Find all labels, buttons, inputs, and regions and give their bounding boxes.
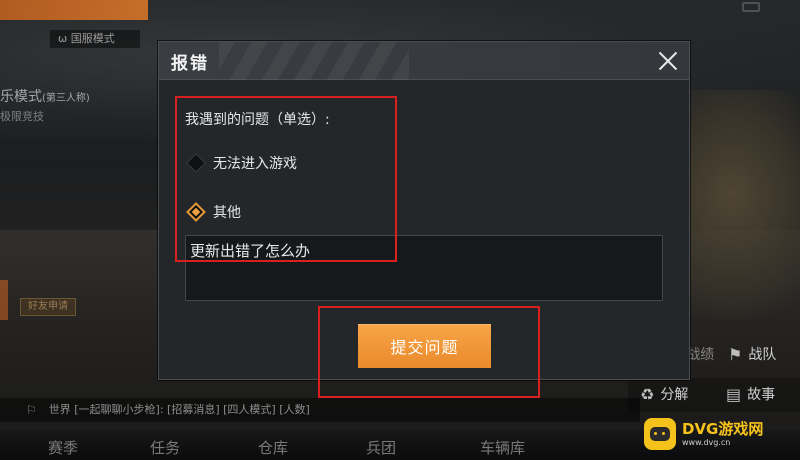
friend-request-tag[interactable]: 好友申请: [20, 298, 76, 316]
left-edge-tab[interactable]: [0, 280, 8, 320]
watermark-text: DVG游戏网 www.dvg.cn: [682, 420, 763, 448]
top-left-tab[interactable]: [0, 0, 148, 20]
side-button-decompose[interactable]: ♻ 分解: [640, 384, 688, 404]
chat-bar[interactable]: ⚐ 世界 [一起聊聊小步枪]: [招募消息] [四人模式] [人数]: [0, 398, 640, 422]
flag-icon: ⚐: [26, 403, 37, 417]
mode-tag: ω 国服模式: [50, 30, 140, 48]
close-icon[interactable]: [655, 48, 681, 74]
watermark-logo: DVG游戏网 www.dvg.cn: [644, 412, 798, 456]
watermark-brand: DVG游戏网: [682, 420, 764, 438]
header-stripe-pattern: [219, 42, 409, 80]
watermark-url: www.dvg.cn: [682, 438, 731, 447]
nav-item-garage[interactable]: 车辆库: [480, 437, 525, 458]
nav-item-tasks[interactable]: 任务: [150, 437, 180, 458]
mode-title[interactable]: 乐模式(第三人称): [0, 86, 90, 106]
nav-item-warehouse[interactable]: 仓库: [258, 437, 288, 458]
nav-item-season[interactable]: 赛季: [48, 437, 78, 458]
recycle-icon: ♻: [640, 384, 655, 404]
mode-title-text: 乐模式: [0, 89, 42, 105]
mode-subtitle: 极限竞技: [0, 110, 44, 123]
side-button-story[interactable]: ▤ 故事: [726, 384, 775, 404]
dialog-header: 报错: [159, 42, 689, 80]
side-button-label: 战绩: [686, 347, 715, 363]
annotation-box-submit: [318, 306, 540, 398]
flags-icon: ⚑: [728, 344, 743, 364]
side-button-label: 故事: [747, 387, 776, 403]
gamepad-icon: [644, 418, 676, 450]
annotation-box-options: [175, 96, 397, 262]
mode-title-suffix: (第三人称): [42, 93, 90, 104]
side-button-team[interactable]: ⚑ 战队: [728, 344, 776, 364]
chat-text: 世界 [一起聊聊小步枪]: [招募消息] [四人模式] [人数]: [48, 403, 310, 416]
dialog-title: 报错: [171, 54, 209, 74]
side-button-label: 分解: [660, 387, 689, 403]
book-icon: ▤: [726, 384, 742, 404]
nav-item-legion[interactable]: 兵团: [366, 437, 396, 458]
side-button-label: 战队: [748, 347, 777, 363]
battery-icon: [742, 2, 760, 12]
